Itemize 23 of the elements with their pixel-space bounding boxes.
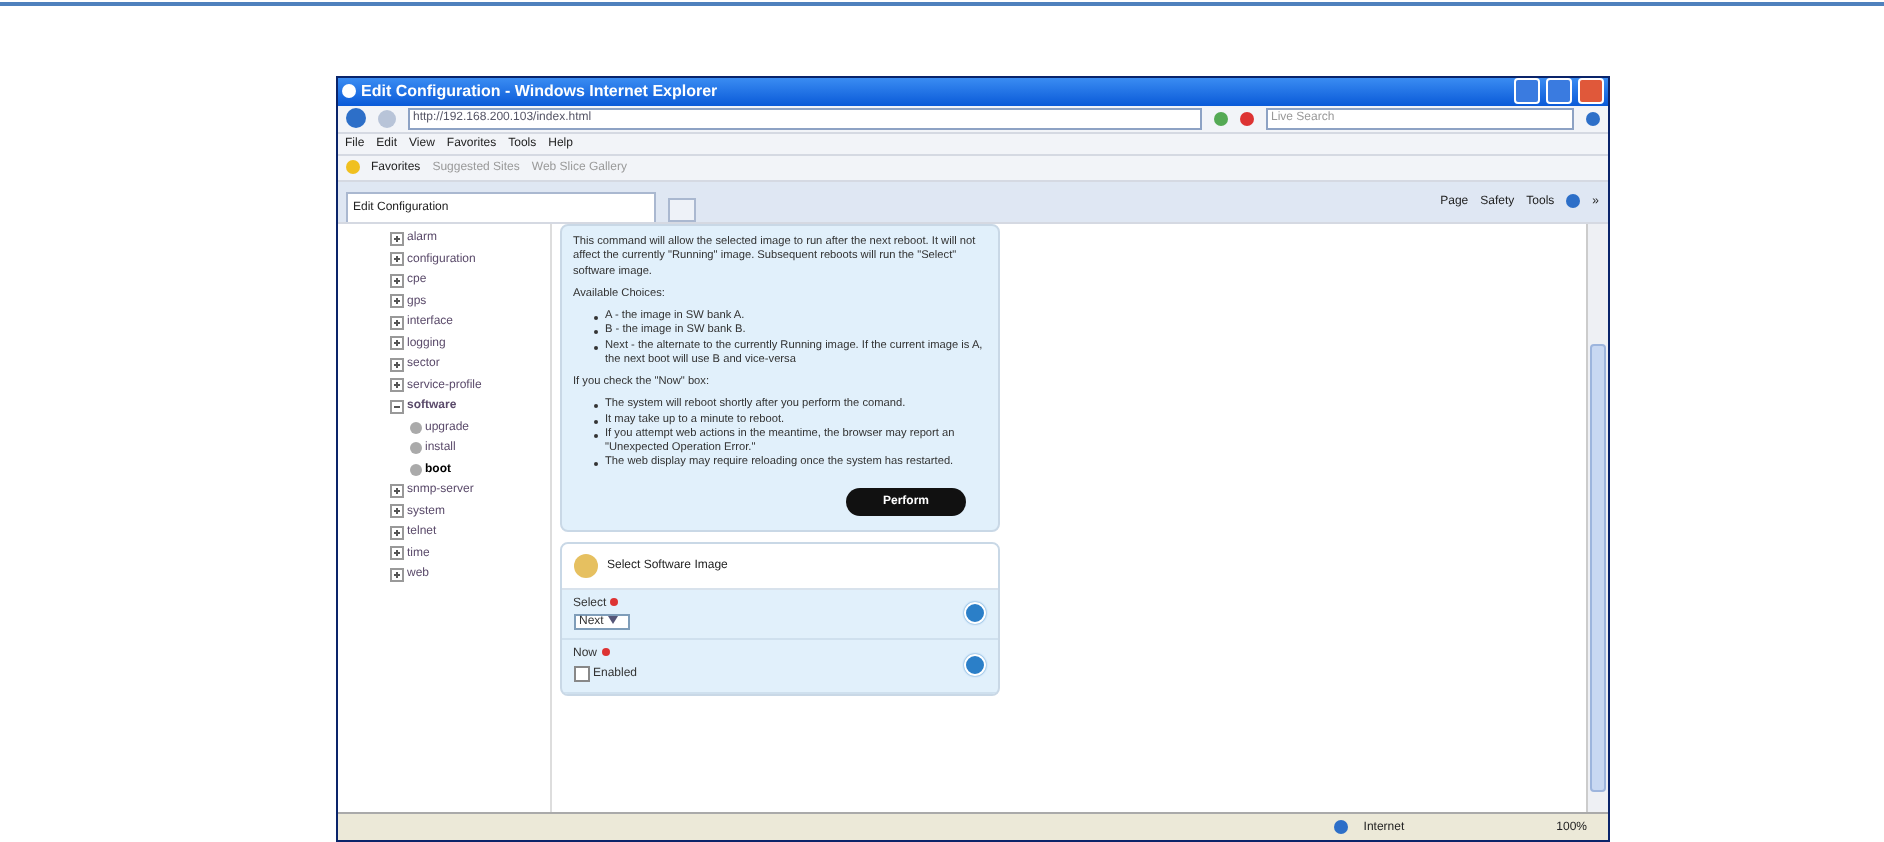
maximize-button[interactable] [1545,78,1571,105]
expand-icon[interactable] [389,378,403,393]
expand-icon[interactable] [389,504,403,519]
expand-icon[interactable] [389,567,403,582]
expand-icon[interactable] [389,483,403,498]
back-button[interactable] [345,108,365,129]
expand-icon[interactable] [389,546,403,561]
checkbox[interactable] [573,665,589,682]
expand-icon[interactable] [389,525,403,540]
expand-icon[interactable] [389,294,403,309]
expand-icon[interactable] [389,231,403,246]
expand-icon[interactable] [389,357,403,372]
expand-icon[interactable] [389,273,403,288]
caret-icon [607,615,618,624]
required-icon [601,648,610,657]
required-icon [610,598,619,607]
expand-icon[interactable] [389,336,403,351]
collapse-icon[interactable] [389,399,403,414]
expand-icon[interactable] [389,315,403,330]
window-title: Edit Configuration - Windows Internet Explorer [361,82,720,101]
expand-icon[interactable] [389,252,403,267]
close-button[interactable] [1577,78,1603,105]
minimize-button[interactable] [1513,78,1539,105]
